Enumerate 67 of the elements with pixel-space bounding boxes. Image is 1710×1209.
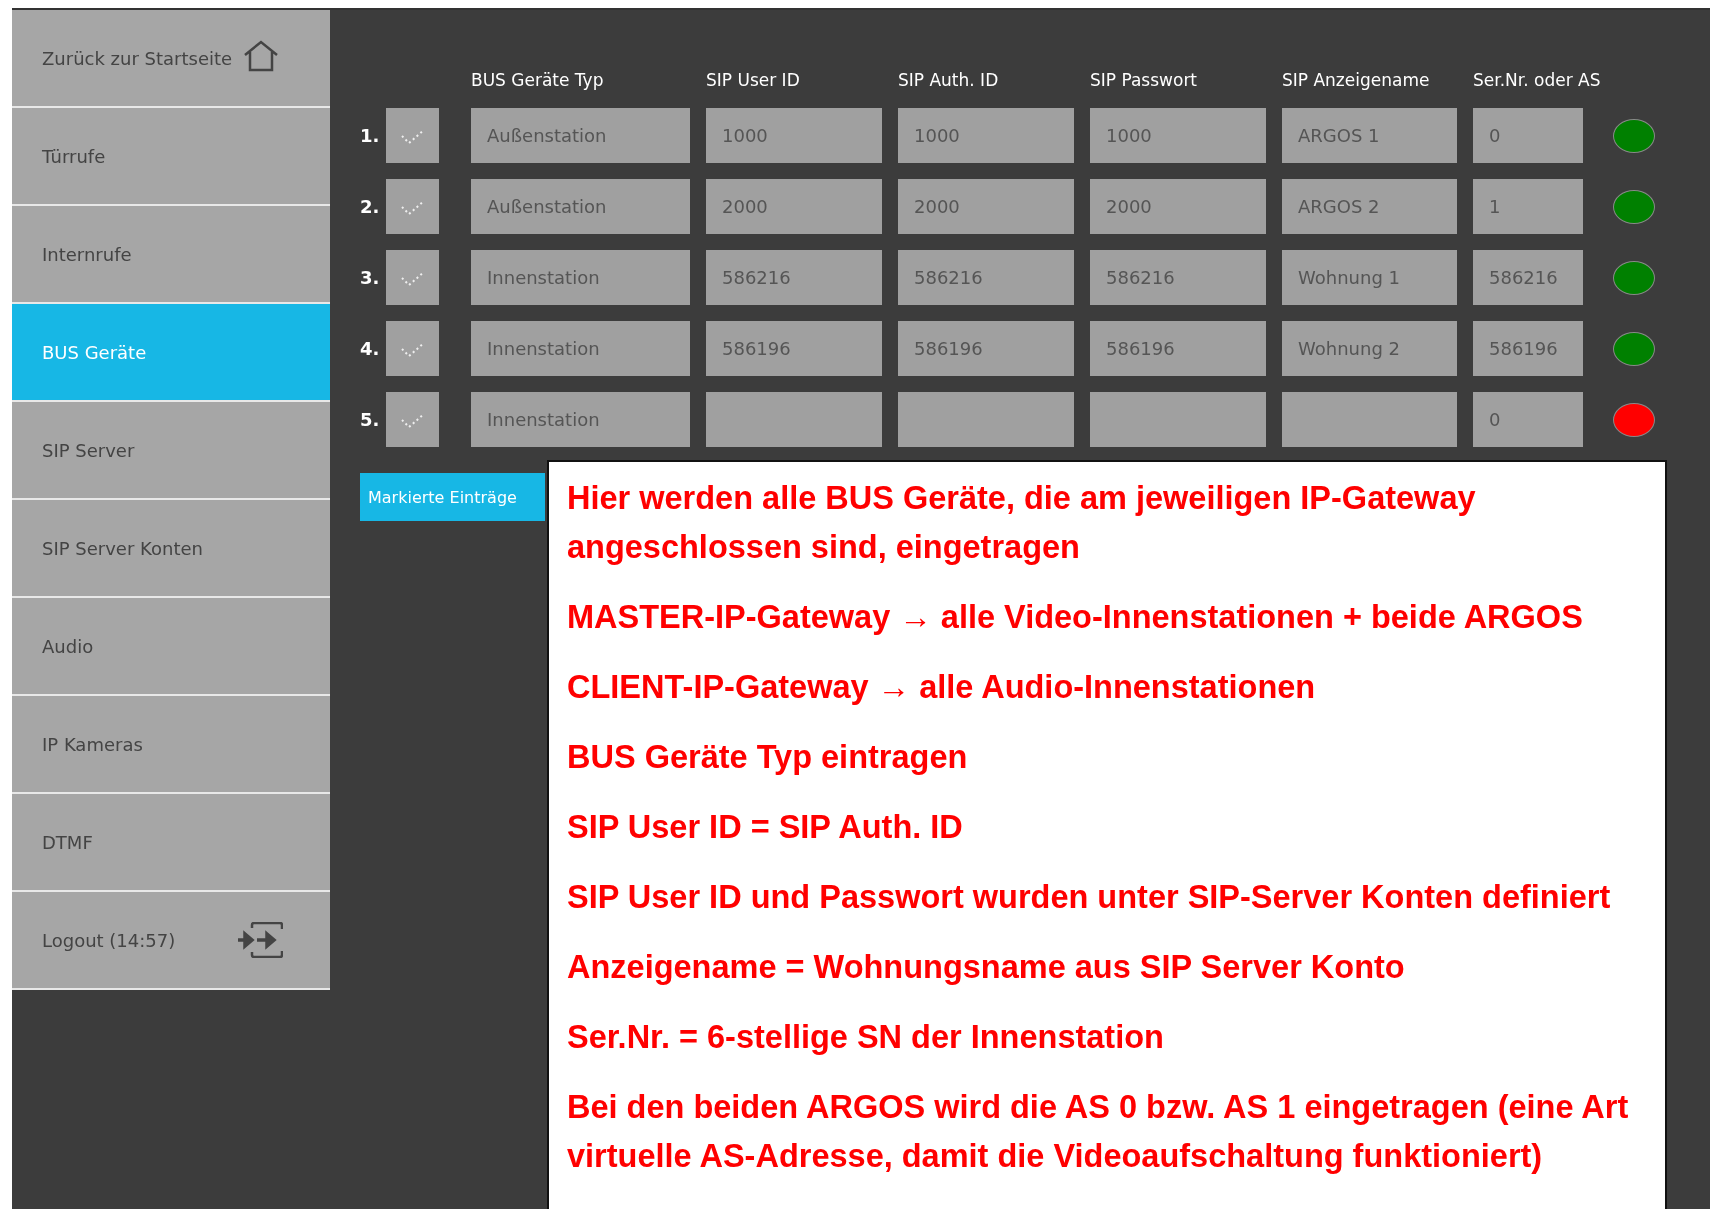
note-text: Anzeigename = Wohnungsname aus SIP Server Konto xyxy=(567,948,1406,987)
input-field[interactable]: 586196 xyxy=(898,321,1074,376)
note-text: CLIENT-IP-Gateway → alle Audio-Innenstationen xyxy=(567,668,1317,707)
input-field[interactable]: Innenstation xyxy=(471,321,690,376)
note-text: Hier werden alle BUS Geräte, die am jeweiligen IP-Gateway angeschlossen sind, eingetragen xyxy=(567,479,1477,567)
input-field[interactable]: Außenstation xyxy=(471,108,690,163)
row-number: 1. xyxy=(360,125,381,146)
input-field[interactable]: 1000 xyxy=(1090,108,1266,163)
sidebar-item[interactable]: SIP Server Konten xyxy=(12,500,330,598)
input-field[interactable]: 1000 xyxy=(898,108,1074,163)
column-header: SIP Auth. ID xyxy=(898,70,1000,92)
sidebar-item[interactable]: Audio xyxy=(12,598,330,696)
input-field[interactable]: Außenstation xyxy=(471,179,690,234)
row-number: 2. xyxy=(360,196,381,217)
note-text: SIP User ID und Passwort wurden unter SIP-Server Konten definiert xyxy=(567,878,1612,917)
input-field[interactable]: Innenstation xyxy=(471,250,690,305)
checkbox[interactable] xyxy=(386,392,439,447)
note-text: Ser.Nr. = 6-stellige SN der Innenstation xyxy=(567,1018,1165,1057)
sidebar-item[interactable]: BUS Geräte xyxy=(12,304,330,402)
column-header: BUS Geräte Typ xyxy=(471,70,605,92)
sidebar-item[interactable]: Türrufe xyxy=(12,108,330,206)
column-header: SIP Anzeigename xyxy=(1282,70,1431,92)
input-field[interactable] xyxy=(706,392,882,447)
input-field[interactable]: 586216 xyxy=(1090,250,1266,305)
input-field[interactable]: ARGOS 2 xyxy=(1282,179,1457,234)
note-text: Bei den beiden ARGOS wird die AS 0 bzw. AS 1 eingetragen (eine Art virtuelle AS-Adresse, damit die Videoaufschaltung funktioniert) xyxy=(567,1088,1630,1176)
input-field[interactable]: 1 xyxy=(1473,179,1583,234)
input-field[interactable]: Wohnung 1 xyxy=(1282,250,1457,305)
checkbox[interactable] xyxy=(386,250,439,305)
note-text: BUS Geräte Typ eintragen xyxy=(567,738,969,777)
input-field[interactable]: 586216 xyxy=(706,250,882,305)
checkbox[interactable] xyxy=(386,321,439,376)
input-field[interactable]: 0 xyxy=(1473,108,1583,163)
input-field[interactable] xyxy=(898,392,1074,447)
row-number: 3. xyxy=(360,267,381,288)
sidebar-item[interactable]: IP Kameras xyxy=(12,696,330,794)
column-header: SIP User ID xyxy=(706,70,801,92)
input-field[interactable] xyxy=(1090,392,1266,447)
row-number: 5. xyxy=(360,409,381,430)
input-field[interactable]: ARGOS 1 xyxy=(1282,108,1457,163)
input-field[interactable]: 0 xyxy=(1473,392,1583,447)
input-field[interactable]: Wohnung 2 xyxy=(1282,321,1457,376)
input-field[interactable]: 586196 xyxy=(1473,321,1583,376)
column-header: Ser.Nr. oder AS xyxy=(1473,70,1602,92)
checkbox[interactable] xyxy=(386,108,439,163)
row-number: 4. xyxy=(360,338,381,359)
sidebar-item[interactable]: Zurück zur Startseite xyxy=(12,10,330,108)
sidebar-item[interactable]: DTMF xyxy=(12,794,330,892)
column-header: SIP Passwort xyxy=(1090,70,1199,92)
input-field[interactable]: 2000 xyxy=(706,179,882,234)
sidebar-item[interactable]: Internrufe xyxy=(12,206,330,304)
note-text: MASTER-IP-Gateway → alle Video-Innenstationen + beide ARGOS xyxy=(567,598,1584,637)
logout-icon xyxy=(237,922,284,958)
input-field[interactable]: 586196 xyxy=(1090,321,1266,376)
sidebar-item[interactable]: SIP Server xyxy=(12,402,330,500)
input-field[interactable]: 586196 xyxy=(706,321,882,376)
checkbox[interactable] xyxy=(386,179,439,234)
input-field[interactable] xyxy=(1282,392,1457,447)
input-field[interactable]: 2000 xyxy=(898,179,1074,234)
note-text: SIP User ID = SIP Auth. ID xyxy=(567,808,964,847)
sidebar-item[interactable]: Logout (14:57) xyxy=(12,892,330,990)
input-field[interactable]: Innenstation xyxy=(471,392,690,447)
input-field[interactable]: 586216 xyxy=(898,250,1074,305)
input-field[interactable]: 1000 xyxy=(706,108,882,163)
input-field[interactable]: 2000 xyxy=(1090,179,1266,234)
delete-button[interactable]: Markierte Einträge xyxy=(360,473,545,521)
input-field[interactable]: 586216 xyxy=(1473,250,1583,305)
